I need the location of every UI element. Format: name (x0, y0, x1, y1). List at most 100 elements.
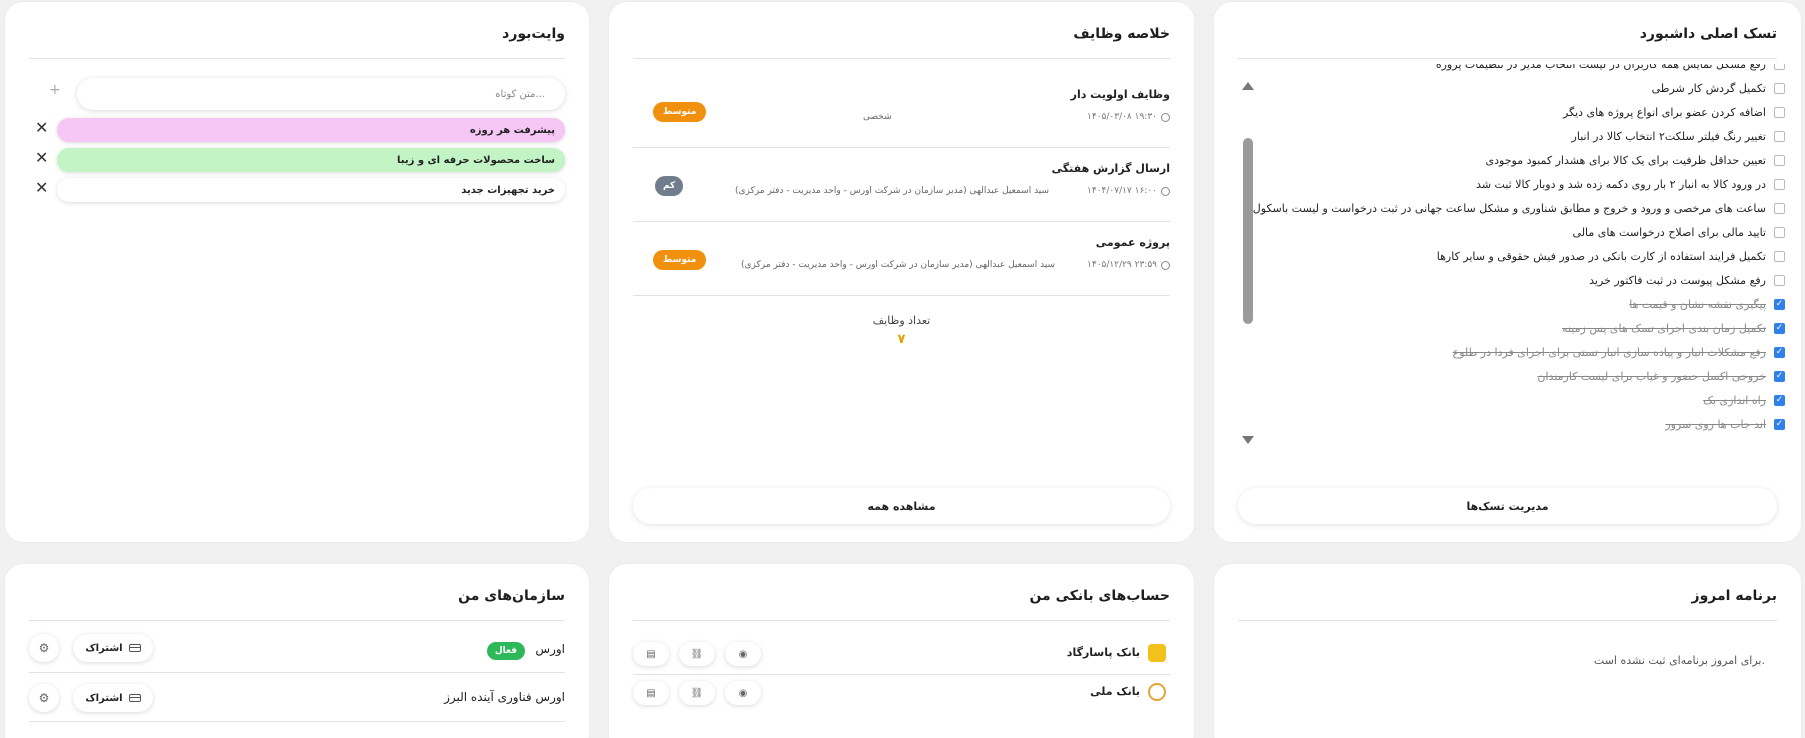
delete-note-icon[interactable]: ✕ (35, 118, 48, 137)
duty-title: پروژه عمومی (1095, 236, 1170, 249)
task-item[interactable]: تایید مالی برای اصلاح درخواست های مالی (1240, 220, 1785, 244)
gear-icon[interactable]: ⚙ (29, 634, 59, 662)
add-note-icon[interactable]: + (49, 82, 61, 98)
whiteboard-note[interactable]: پیشرفت هر روزه (57, 118, 565, 142)
whiteboard-card: وایت‌بورد + متن کوتاه... ✕ پیشرفت هر روز… (5, 2, 589, 542)
task-checkbox[interactable]: ✓ (1774, 322, 1785, 334)
task-checkbox[interactable]: ✓ (1774, 346, 1785, 358)
duty-desc: سید اسمعیل عبدالهی (مدیر سازمان در شرکت … (741, 260, 1056, 270)
task-label: پیگیری نقشه نشان و قیمت ها (1629, 297, 1766, 311)
link-icon[interactable]: ⛓ (679, 642, 715, 666)
clock-icon (1161, 112, 1170, 122)
duties-count-value: ۷ (897, 332, 906, 347)
clipboard-icon[interactable]: ▤ (633, 681, 669, 705)
task-item[interactable]: ساعت های مرخصی و ورود و خروج و مطابق شنا… (1240, 196, 1785, 220)
task-checkbox[interactable] (1774, 274, 1785, 286)
task-label: تکمیل فرایند استفاده از کارت بانکی در صد… (1436, 249, 1766, 263)
subscription-button[interactable]: اشتراک (73, 634, 153, 662)
task-item[interactable]: ✓ رفع مشکلات انبار و پیاده سازی انبار تست… (1240, 340, 1785, 364)
clipboard-icon[interactable]: ▤ (633, 642, 669, 666)
whiteboard-note[interactable]: ساخت محصولات حرفه ای و زیبا (57, 148, 565, 172)
pasargad-logo-icon (1148, 644, 1166, 662)
task-checkbox[interactable] (1774, 82, 1785, 94)
duty-item[interactable]: وظایف اولویت دار ۱۴۰۵/۰۳/۰۸ ۱۹:۳۰ شخصی م… (633, 74, 1170, 148)
subscription-label: اشتراک (85, 692, 123, 704)
organizations-card: سازمان‌های من اورس فعال اشتراک ⚙ اورس فن… (5, 564, 589, 738)
task-item[interactable]: تعیین حداقل ظرفیت برای یک کالا برای هشدا… (1240, 148, 1785, 172)
task-checkbox[interactable] (1774, 226, 1785, 238)
duty-time: ۱۴۰۵/۱۲/۲۹ ۲۳:۵۹ (1087, 260, 1170, 270)
task-checkbox[interactable]: ✓ (1774, 418, 1785, 430)
duty-title: وظایف اولویت دار (1070, 88, 1170, 101)
task-item[interactable]: تکمیل فرایند استفاده از کارت بانکی در صد… (1240, 244, 1785, 268)
task-checkbox[interactable]: ✓ (1774, 370, 1785, 382)
clock-icon (1161, 260, 1170, 270)
view-eye-icon[interactable]: ◉ (725, 681, 761, 705)
task-label: تایید مالی برای اصلاح درخواست های مالی (1572, 225, 1766, 239)
today-empty-text: برای امروز برنامه‌ای ثبت نشده است. (1593, 654, 1765, 667)
task-label: در ورود کالا به انبار ۲ بار روی دکمه زده… (1476, 177, 1766, 191)
task-item[interactable]: رفع مشکل نمایش همه کاربران در لیست انتخا… (1240, 64, 1785, 76)
task-item[interactable]: تکمیل گردش کار شرطی (1240, 76, 1785, 100)
task-label: رفع مشکل پیوست در ثبت فاکتور خرید (1589, 273, 1766, 287)
melli-logo-icon (1148, 683, 1166, 701)
gear-icon[interactable]: ⚙ (29, 684, 59, 712)
duty-item[interactable]: پروژه عمومی ۱۴۰۵/۱۲/۲۹ ۲۳:۵۹ سید اسمعیل … (633, 222, 1170, 296)
duty-time-text: ۱۴۰۵/۱۲/۲۹ ۲۳:۵۹ (1087, 260, 1157, 270)
task-checkbox[interactable] (1774, 202, 1785, 214)
task-label: تعیین حداقل ظرفیت برای یک کالا برای هشدا… (1485, 153, 1766, 167)
whiteboard-input[interactable]: متن کوتاه... (77, 78, 565, 110)
task-checkbox[interactable] (1774, 250, 1785, 262)
priority-badge: متوسط (653, 250, 707, 270)
duties-title: خلاصه وظایف (1073, 26, 1170, 42)
duty-time: ۱۴۰۵/۰۳/۰۸ ۱۹:۳۰ (1087, 112, 1170, 122)
divider (29, 672, 565, 673)
task-checkbox[interactable] (1774, 106, 1785, 118)
task-item[interactable]: ✓ تکمیل زمان بندی اجرای تسک های پس زمینه (1240, 316, 1785, 340)
task-item[interactable]: ✓ راه اندازی بک (1240, 388, 1785, 412)
main-tasks-card: تسک اصلی داشبورد رفع مشکل نمایش همه کارب… (1214, 2, 1801, 542)
task-checkbox[interactable]: ✓ (1774, 394, 1785, 406)
divider (633, 620, 1170, 621)
task-label: رفع مشکل نمایش همه کاربران در لیست انتخا… (1435, 64, 1766, 71)
duty-desc: شخصی (863, 112, 892, 122)
whiteboard-note[interactable]: خرید تجهیزات جدید (57, 178, 565, 202)
task-label: خروجی اکسل حضور و غیاب برای لیست کارمندا… (1537, 369, 1766, 383)
task-item[interactable]: تغییر رنگ فیلتر سلکت۲ انتخاب کالا در انب… (1240, 124, 1785, 148)
manage-tasks-button[interactable]: مدیریت تسک‌ها (1238, 488, 1777, 524)
task-checkbox[interactable] (1774, 130, 1785, 142)
task-checkbox[interactable] (1774, 64, 1785, 70)
duty-time: ۱۴۰۴/۰۷/۱۷ ۱۶:۰۰ (1087, 186, 1170, 196)
duty-item[interactable]: ارسال گزارش هفتگی ۱۴۰۴/۰۷/۱۷ ۱۶:۰۰ سید ا… (633, 148, 1170, 222)
task-label: اضافه کردن عضو برای انواع پروژه های دیگر (1562, 105, 1766, 119)
divider (633, 58, 1170, 59)
task-checkbox[interactable] (1774, 154, 1785, 166)
task-label: راه اندازی بک (1703, 393, 1766, 407)
task-item[interactable]: در ورود کالا به انبار ۲ بار روی دکمه زده… (1240, 172, 1785, 196)
task-item[interactable]: ✓ خروجی اکسل حضور و غیاب برای لیست کارمند… (1240, 364, 1785, 388)
task-label: اند جاب ها روی سرور (1665, 417, 1766, 431)
task-checkbox[interactable] (1774, 178, 1785, 190)
task-item[interactable]: ✓ اند جاب ها روی سرور (1240, 412, 1785, 436)
link-icon[interactable]: ⛓ (679, 681, 715, 705)
task-item[interactable]: رفع مشکل پیوست در ثبت فاکتور خرید (1240, 268, 1785, 292)
credit-card-icon (128, 694, 141, 702)
banks-title: حساب‌های بانکی من (1029, 588, 1170, 604)
subscription-button[interactable]: اشتراک (73, 684, 153, 712)
today-program-card: برنامه امروز برای امروز برنامه‌ای ثبت نش… (1214, 564, 1801, 738)
divider (1238, 58, 1777, 59)
task-list: رفع مشکل نمایش همه کاربران در لیست انتخا… (1240, 64, 1785, 450)
view-all-button[interactable]: مشاهده همه (633, 488, 1170, 524)
task-item[interactable]: اضافه کردن عضو برای انواع پروژه های دیگر (1240, 100, 1785, 124)
duties-summary-card: خلاصه وظایف وظایف اولویت دار ۱۴۰۵/۰۳/۰۸ … (609, 2, 1194, 542)
view-eye-icon[interactable]: ◉ (725, 642, 761, 666)
org-name: اورس فناوری آینده البرز (444, 690, 565, 704)
priority-badge: کم (655, 176, 684, 196)
delete-note-icon[interactable]: ✕ (35, 178, 48, 197)
task-checkbox[interactable]: ✓ (1774, 298, 1785, 310)
bank-accounts-card: حساب‌های بانکی من بانک پاسارگاد ◉ ⛓ ▤ با… (609, 564, 1194, 738)
delete-note-icon[interactable]: ✕ (35, 148, 48, 167)
task-item[interactable]: ✓ پیگیری نقشه نشان و قیمت ها (1240, 292, 1785, 316)
divider (1238, 620, 1777, 621)
whiteboard-title: وایت‌بورد (502, 26, 565, 42)
